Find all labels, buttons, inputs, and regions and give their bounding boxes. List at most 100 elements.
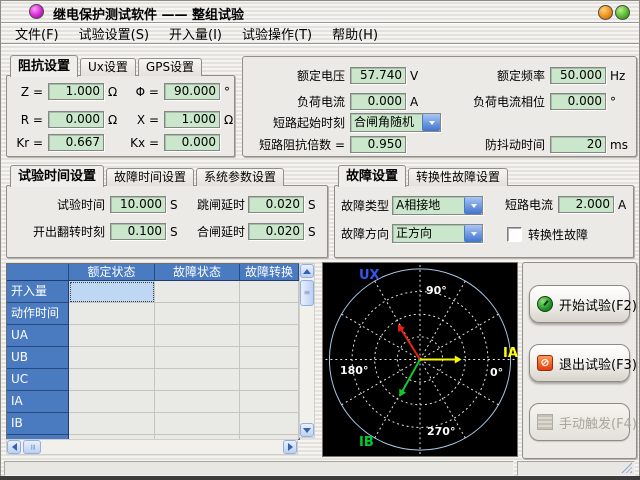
x-field[interactable]: 1.000 [164, 111, 220, 128]
load-current-phase-field[interactable]: 0.000 [550, 93, 606, 110]
rated-voltage-label: 额定电压 [249, 67, 345, 84]
menu-item-input[interactable]: 开入量(I) [159, 23, 232, 44]
table-vertical-scrollbar[interactable]: ≡ [299, 263, 315, 438]
column-header-rated-state: 额定状态 [69, 264, 155, 281]
output-flip-time-field[interactable]: 0.100 [110, 223, 166, 240]
result-table: 额定状态 故障状态 故障转换 开入量 动作时间 UA UB [6, 263, 300, 440]
table-cell[interactable] [155, 303, 240, 325]
dropdown-arrow-icon [464, 197, 482, 214]
menu-item-help[interactable]: 帮助(H) [322, 23, 388, 44]
close-button[interactable] [615, 5, 630, 20]
tab-system-params[interactable]: 系统参数设置 [196, 168, 284, 186]
table-cell[interactable] [240, 413, 299, 435]
manual-trigger-label: 手动触发(F4) [559, 413, 637, 432]
load-current-label: 负荷电流 [249, 93, 345, 110]
fault-direction-combo[interactable]: 正方向 [392, 224, 483, 243]
test-time-field[interactable]: 10.000 [110, 196, 166, 213]
horizontal-scroll-thumb[interactable]: ≡ [23, 440, 41, 454]
table-cell[interactable] [69, 369, 155, 391]
trip-delay-field[interactable]: 0.020 [248, 196, 304, 213]
table-cell-selected[interactable] [69, 281, 155, 303]
test-time-label: 试验时间 [13, 196, 105, 213]
angle-label-90: 90° [426, 284, 447, 297]
tab-fault-time[interactable]: 故障时间设置 [106, 168, 194, 186]
exit-test-button[interactable]: ⊘ 退出试验(F3) [529, 344, 630, 382]
r-field[interactable]: 0.000 [48, 111, 104, 128]
table-cell[interactable] [155, 391, 240, 413]
tab-impedance[interactable]: 阻抗设置 [10, 55, 78, 77]
short-current-field[interactable]: 2.000 [558, 196, 614, 213]
impedance-multiple-field[interactable]: 0.950 [350, 136, 406, 153]
table-cell[interactable] [240, 303, 299, 325]
trip-delay-label: 跳闸延时 [197, 196, 243, 213]
tab-ux[interactable]: Ux设置 [80, 58, 136, 76]
fault-tab-body: 故障类型 A相接地 短路电流 2.000 A 故障方向 正方向 [334, 185, 634, 258]
scroll-up-button[interactable] [300, 264, 314, 278]
rated-voltage-unit: V [410, 69, 418, 83]
time-tab-body: 试验时间 10.000 S 跳闸延时 0.020 S 开出翻转时刻 0.100 … [6, 185, 328, 258]
table-cell[interactable] [69, 303, 155, 325]
scroll-left-button[interactable] [7, 440, 21, 454]
short-current-label: 短路电流 [503, 196, 553, 213]
row-header: UB [7, 347, 69, 369]
table-cell[interactable] [155, 413, 240, 435]
test-time-unit: S [170, 198, 178, 212]
table-cell[interactable] [155, 325, 240, 347]
menu-item-test-operation[interactable]: 试验操作(T) [232, 23, 322, 44]
convert-fault-checkbox[interactable] [507, 227, 522, 242]
table-cell[interactable] [69, 413, 155, 435]
short-start-time-combo[interactable]: 合闸角随机 [350, 113, 441, 132]
ib-phasor-label: IB [359, 435, 374, 450]
tab-fault-settings[interactable]: 故障设置 [338, 165, 406, 187]
table-cell[interactable] [155, 369, 240, 391]
tab-test-time[interactable]: 试验时间设置 [10, 165, 104, 187]
manual-trigger-button: 手动触发(F4) [529, 403, 630, 441]
phi-field[interactable]: 90.000 [164, 83, 220, 100]
close-delay-field[interactable]: 0.020 [248, 223, 304, 240]
kr-label: Kr = [13, 136, 43, 150]
fault-type-combo[interactable]: A相接地 [392, 196, 483, 215]
minimize-button[interactable] [598, 5, 613, 20]
table-cell[interactable] [240, 281, 299, 303]
kx-field[interactable]: 0.000 [164, 134, 220, 151]
vertical-scroll-thumb[interactable]: ≡ [300, 280, 314, 306]
debounce-time-field[interactable]: 20 [550, 136, 606, 153]
table-cell[interactable] [69, 347, 155, 369]
table-cell[interactable] [240, 325, 299, 347]
tab-convert-fault[interactable]: 转换性故障设置 [408, 168, 508, 186]
table-cell[interactable] [69, 391, 155, 413]
table-cell[interactable] [240, 391, 299, 413]
impedance-multiple-label: 短路阻抗倍数 = [249, 136, 345, 153]
resize-grip[interactable] [621, 462, 632, 473]
menu-item-test-settings[interactable]: 试验设置(S) [69, 23, 159, 44]
z-label: Z = [13, 85, 43, 99]
table-cell[interactable] [155, 281, 240, 303]
kr-field[interactable]: 0.667 [48, 134, 104, 151]
table-cell[interactable] [240, 369, 299, 391]
fault-direction-label: 故障方向 [341, 225, 387, 242]
table-cell[interactable] [155, 347, 240, 369]
load-current-field[interactable]: 0.000 [350, 93, 406, 110]
action-button-panel: 开始试验(F2) ⊘ 退出试验(F3) 手动触发(F4) [522, 262, 637, 459]
row-header: UC [7, 369, 69, 391]
z-field[interactable]: 1.000 [48, 83, 104, 100]
app-window: 继电保护测试软件 —— 整组试验 文件(F) 试验设置(S) 开入量(I) 试验… [0, 0, 640, 480]
scroll-right-button[interactable] [283, 440, 297, 454]
menu-item-file[interactable]: 文件(F) [5, 23, 69, 44]
rated-voltage-field[interactable]: 57.740 [350, 67, 406, 84]
scroll-down-button[interactable] [300, 423, 314, 437]
convert-fault-label: 转换性故障 [528, 226, 588, 243]
title-bar[interactable]: 继电保护测试软件 —— 整组试验 [1, 1, 639, 23]
short-start-time-label: 短路起始时刻 [249, 114, 345, 131]
table-horizontal-scrollbar[interactable]: ≡ [6, 439, 298, 455]
table-row: UB [7, 347, 299, 369]
window-title: 继电保护测试软件 —— 整组试验 [53, 4, 244, 23]
fault-direction-value: 正方向 [393, 225, 464, 242]
right-arrow-icon [288, 443, 297, 451]
tab-gps[interactable]: GPS设置 [138, 58, 202, 76]
table-cell[interactable] [240, 347, 299, 369]
debounce-time-unit: ms [610, 138, 628, 152]
table-cell[interactable] [69, 325, 155, 347]
rated-frequency-field[interactable]: 50.000 [550, 67, 606, 84]
start-test-button[interactable]: 开始试验(F2) [529, 285, 630, 323]
